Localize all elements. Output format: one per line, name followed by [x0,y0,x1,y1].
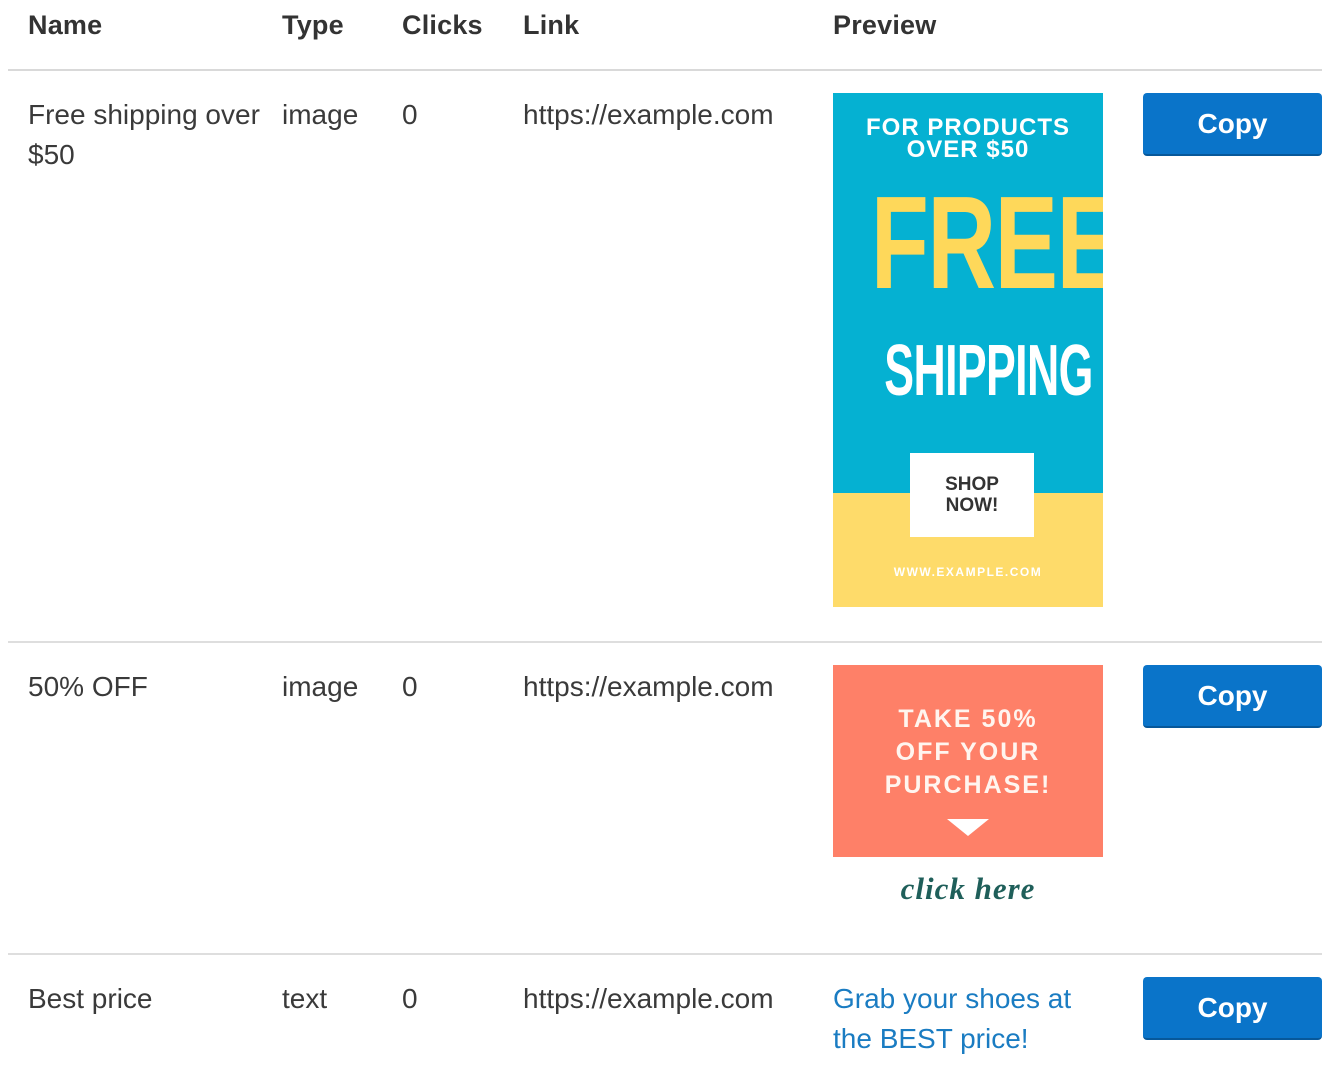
header-name: Name [28,10,103,40]
ad-name: Free shipping over $50 [28,99,260,170]
ad-type: text [282,983,328,1014]
free-shipping-banner-preview: FOR PRODUCTS OVER $50 FREE SHIPPING SHOP… [833,93,1103,607]
header-link: Link [523,10,580,40]
ad-clicks: 0 [402,99,418,130]
ad-type: image [282,671,359,702]
discount-banner-preview: TAKE 50% OFF YOUR PURCHASE! [833,665,1103,857]
header-preview: Preview [833,10,937,40]
ad-name: 50% OFF [28,671,148,702]
banner-top-line-2: OVER $50 [906,136,1030,163]
banner-line-3: PURCHASE! [884,771,1052,799]
banner-cta-line-1: SHOP [945,474,999,495]
banner-headline: FREE [870,169,1103,316]
ad-type: image [282,99,359,130]
banner-caption: click here [900,871,1036,906]
copy-button[interactable]: Copy [1143,93,1322,156]
banner-line-1: TAKE 50% [898,705,1038,733]
table-row: Free shipping over $50 image 0 https://e… [8,71,1322,643]
copy-button[interactable]: Copy [1143,977,1322,1040]
table-row: 50% OFF image 0 https://example.com TAKE… [8,643,1322,955]
down-arrow-icon [947,819,989,836]
ads-table: Name Type Clicks Link Preview Free shipp… [8,0,1322,1069]
copy-button[interactable]: Copy [1143,665,1322,728]
ad-clicks: 0 [402,671,418,702]
banner-top-text: FOR PRODUCTS OVER $50 [833,116,1103,163]
banner-cta-line-2: NOW! [945,495,999,516]
banner-subheadline: SHIPPING [884,331,1093,411]
header-clicks: Clicks [402,10,483,40]
ad-link: https://example.com [523,671,774,702]
table-row: Best price text 0 https://example.com Gr… [8,955,1322,1069]
text-ad-preview[interactable]: Grab your shoes at the BEST price! [833,979,1103,1059]
banner-cta-box: SHOP NOW! [910,453,1034,537]
ad-link: https://example.com [523,99,774,130]
banner-line-2: OFF YOUR [895,738,1041,766]
header-type: Type [282,10,344,40]
ad-name: Best price [28,983,153,1014]
table-header: Name Type Clicks Link Preview [8,0,1322,71]
ad-link: https://example.com [523,983,774,1014]
banner-text: TAKE 50% OFF YOUR PURCHASE! [833,703,1103,802]
banner-url: WWW.EXAMPLE.COM [893,565,1043,579]
ad-clicks: 0 [402,983,418,1014]
